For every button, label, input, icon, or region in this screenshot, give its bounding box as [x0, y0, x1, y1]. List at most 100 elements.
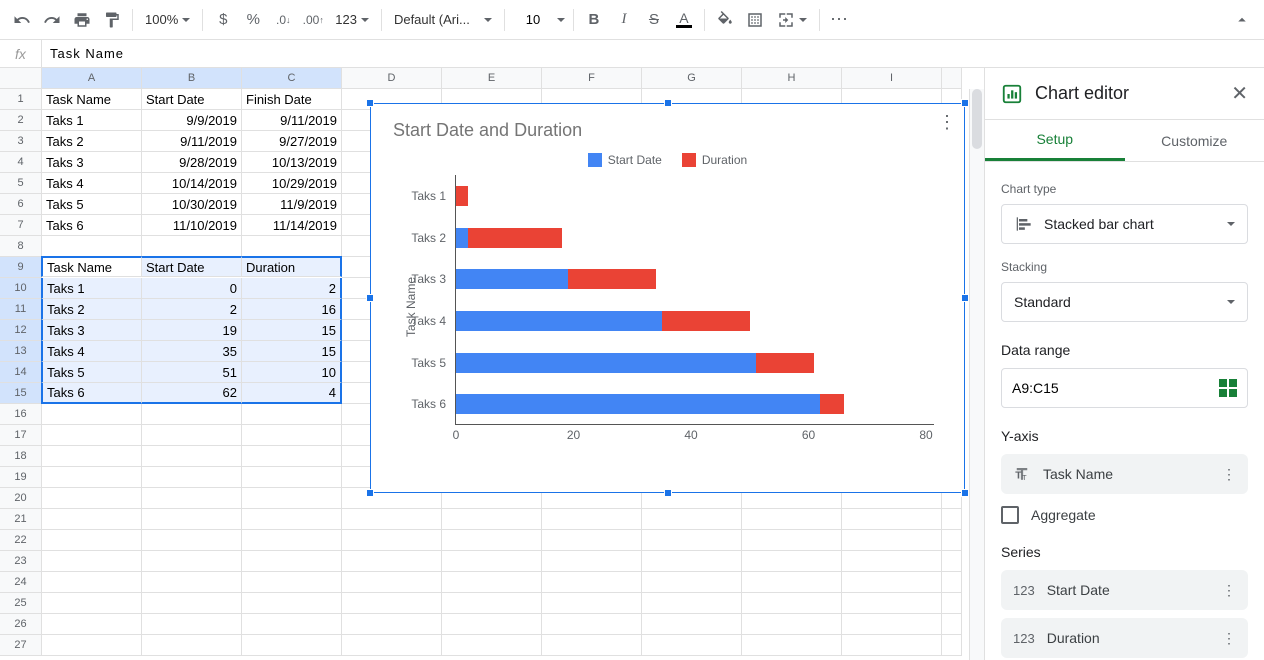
row-header[interactable]: 1 — [0, 89, 42, 110]
resize-handle[interactable] — [664, 99, 672, 107]
cell[interactable] — [342, 593, 442, 614]
series-chip-1[interactable]: 123 Duration ⋮ — [1001, 618, 1248, 658]
zoom-dropdown[interactable]: 100% — [139, 6, 196, 34]
cell[interactable]: 0 — [142, 278, 242, 299]
cell[interactable] — [42, 446, 142, 467]
cell[interactable] — [242, 530, 342, 551]
cell[interactable]: 15 — [242, 341, 342, 362]
cell[interactable] — [42, 488, 142, 509]
row-header[interactable]: 8 — [0, 236, 42, 257]
cell[interactable]: 10/30/2019 — [142, 194, 242, 215]
row-header[interactable]: 25 — [0, 593, 42, 614]
cell[interactable] — [542, 593, 642, 614]
cell[interactable]: Taks 6 — [42, 215, 142, 236]
undo-button[interactable] — [8, 6, 36, 34]
tab-customize[interactable]: Customize — [1125, 120, 1264, 161]
aggregate-checkbox[interactable]: Aggregate — [1001, 506, 1248, 524]
row-header[interactable]: 21 — [0, 509, 42, 530]
cell[interactable] — [442, 635, 542, 656]
row-header[interactable]: 2 — [0, 110, 42, 131]
cell[interactable]: Taks 2 — [42, 131, 142, 152]
cell[interactable]: Finish Date — [242, 89, 342, 110]
print-button[interactable] — [68, 6, 96, 34]
cell[interactable] — [142, 488, 242, 509]
bar-segment[interactable] — [662, 311, 750, 331]
bar-segment[interactable] — [456, 394, 820, 414]
cell[interactable]: 11/9/2019 — [242, 194, 342, 215]
bar-segment[interactable] — [456, 269, 568, 289]
collapse-toolbar-button[interactable] — [1228, 6, 1256, 34]
row-header[interactable]: 10 — [0, 278, 42, 299]
cell[interactable] — [942, 614, 962, 635]
cell[interactable] — [42, 614, 142, 635]
cell[interactable] — [142, 467, 242, 488]
cell[interactable] — [242, 236, 342, 257]
cell[interactable] — [842, 614, 942, 635]
cell[interactable] — [642, 635, 742, 656]
cell[interactable] — [342, 551, 442, 572]
yaxis-chip[interactable]: TT Task Name ⋮ — [1001, 454, 1248, 494]
cell[interactable]: Taks 4 — [41, 341, 142, 362]
bar-segment[interactable] — [468, 228, 562, 248]
cell[interactable] — [142, 446, 242, 467]
cell[interactable] — [42, 467, 142, 488]
cell[interactable]: 9/9/2019 — [142, 110, 242, 131]
cell[interactable] — [142, 635, 242, 656]
cell[interactable] — [942, 551, 962, 572]
row-header[interactable]: 23 — [0, 551, 42, 572]
spreadsheet[interactable]: ABCDEFGHI1Task NameStart DateFinish Date… — [0, 68, 984, 660]
close-button[interactable]: ✕ — [1231, 81, 1248, 106]
cell[interactable] — [942, 572, 962, 593]
cell[interactable] — [242, 488, 342, 509]
cell[interactable] — [242, 635, 342, 656]
merge-cells-button[interactable] — [771, 6, 813, 34]
cell[interactable] — [142, 509, 242, 530]
row-header[interactable]: 4 — [0, 152, 42, 173]
cell[interactable] — [442, 572, 542, 593]
cell[interactable] — [442, 530, 542, 551]
cell[interactable]: 10 — [242, 362, 342, 383]
cell[interactable] — [642, 530, 742, 551]
cell[interactable]: Taks 1 — [41, 278, 142, 299]
cell[interactable] — [342, 635, 442, 656]
cell[interactable] — [742, 551, 842, 572]
bar-segment[interactable] — [456, 311, 662, 331]
row-header[interactable]: 5 — [0, 173, 42, 194]
data-range-input[interactable] — [1001, 368, 1248, 408]
resize-handle[interactable] — [961, 99, 969, 107]
cell[interactable] — [942, 509, 962, 530]
row-header[interactable]: 16 — [0, 404, 42, 425]
cell[interactable] — [242, 467, 342, 488]
row-header[interactable]: 15 — [0, 383, 42, 404]
cell[interactable] — [142, 530, 242, 551]
percent-button[interactable]: % — [239, 6, 267, 34]
cell[interactable]: 2 — [142, 299, 242, 320]
series-chip-0[interactable]: 123 Start Date ⋮ — [1001, 570, 1248, 610]
font-size-input[interactable] — [511, 6, 567, 34]
bar-segment[interactable] — [820, 394, 844, 414]
cell[interactable]: 10/29/2019 — [242, 173, 342, 194]
cell[interactable]: 9/28/2019 — [142, 152, 242, 173]
row-header[interactable]: 24 — [0, 572, 42, 593]
row-header[interactable]: 18 — [0, 446, 42, 467]
cell[interactable]: Taks 6 — [41, 383, 142, 404]
cell[interactable] — [642, 614, 742, 635]
row-header[interactable]: 14 — [0, 362, 42, 383]
cell[interactable] — [442, 614, 542, 635]
more-formats-dropdown[interactable]: 123 — [329, 6, 375, 34]
chip-menu-button[interactable]: ⋮ — [1222, 466, 1236, 483]
cell[interactable] — [342, 614, 442, 635]
formula-input[interactable] — [42, 46, 1264, 61]
row-header[interactable]: 3 — [0, 131, 42, 152]
italic-button[interactable]: I — [610, 6, 638, 34]
fill-color-button[interactable] — [711, 6, 739, 34]
chip-menu-button[interactable]: ⋮ — [1222, 630, 1236, 647]
chart-type-dropdown[interactable]: Stacked bar chart — [1001, 204, 1248, 244]
cell[interactable] — [542, 635, 642, 656]
cell[interactable]: 9/11/2019 — [142, 131, 242, 152]
cell[interactable] — [142, 614, 242, 635]
row-header[interactable]: 9 — [0, 257, 42, 278]
cell[interactable] — [942, 635, 962, 656]
resize-handle[interactable] — [664, 489, 672, 497]
cell[interactable]: 10/13/2019 — [242, 152, 342, 173]
